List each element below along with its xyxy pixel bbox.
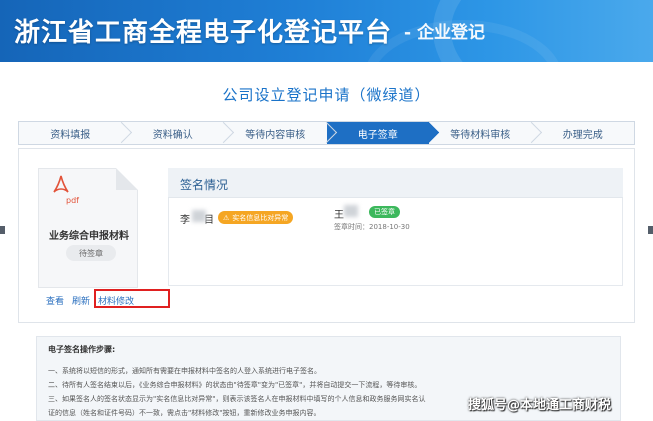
name-redaction [192, 210, 206, 222]
scroll-right-marker[interactable] [648, 226, 653, 234]
step-content-review[interactable]: 等待内容审核 [224, 122, 327, 144]
page-fold [116, 168, 138, 190]
platform-subtitle: - 企业登记 [404, 18, 485, 43]
status-badge: ⚠ 实名信息比对异常 [218, 211, 294, 224]
document-status-badge: 待签章 [66, 245, 116, 261]
signature-panel-header [168, 168, 623, 198]
signer-name-first: 李 [180, 215, 190, 226]
instruction-line: 三、如果签名人的签名状态显示为"实名信息比对异常"，则表示该签名人在申报材料中填… [48, 395, 426, 403]
document-name: 业务综合申报材料 [49, 231, 129, 242]
instructions-title: 电子签名操作步骤: [48, 345, 116, 354]
status-badge-text: 实名信息比对异常 [232, 213, 289, 222]
subtitle-separator: - [404, 23, 412, 43]
step-complete[interactable]: 办理完成 [532, 122, 635, 144]
name-redaction [344, 205, 358, 217]
instruction-line: 证的信息（姓名和证件号码）不一致，需点击"材料修改"按钮，重新修改业务申报内容。 [48, 409, 321, 417]
header-banner: 浙江省工商全程电子化登记平台 - 企业登记 [0, 0, 653, 62]
instruction-line: 二、待所有人签名结束以后，《业务综合申报材料》的状态由"待签章"变为"已签章"，… [48, 381, 422, 389]
warning-icon: ⚠ [223, 213, 230, 222]
signature-panel-title: 签名情况 [180, 178, 229, 192]
step-e-signature[interactable]: 电子签章 [326, 122, 429, 144]
step-confirm-info[interactable]: 资料确认 [122, 122, 225, 144]
signer-name-first: 王 [334, 210, 344, 221]
signer-name: 王 [334, 206, 344, 221]
subtitle-text: 企业登记 [417, 23, 486, 43]
sign-time: 签章时间：2018-10-30 [334, 223, 410, 231]
file-type-label: pdf [66, 196, 79, 205]
pdf-icon [53, 175, 69, 193]
refresh-link[interactable]: 刷新 [72, 297, 90, 307]
progress-steps: 资料填报 资料确认 等待内容审核 电子签章 等待材料审核 办理完成 [18, 121, 635, 145]
page-title: 公司设立登记申请（微绿道） [222, 86, 431, 104]
platform-title: 浙江省工商全程电子化登记平台 [14, 18, 393, 48]
view-link[interactable]: 查看 [46, 297, 64, 307]
step-fill-info[interactable]: 资料填报 [19, 122, 122, 144]
scroll-left-marker[interactable] [0, 226, 5, 234]
modify-highlight-box [94, 289, 170, 308]
instruction-line: 一、系统将以短信的形式，通知所有需要在申报材料中签名的人登入系统进行电子签名。 [48, 367, 321, 375]
watermark: 搜狐号@本地通工商财税 [468, 398, 612, 413]
step-material-review[interactable]: 等待材料审核 [429, 122, 532, 144]
status-badge: 已签章 [369, 206, 400, 218]
